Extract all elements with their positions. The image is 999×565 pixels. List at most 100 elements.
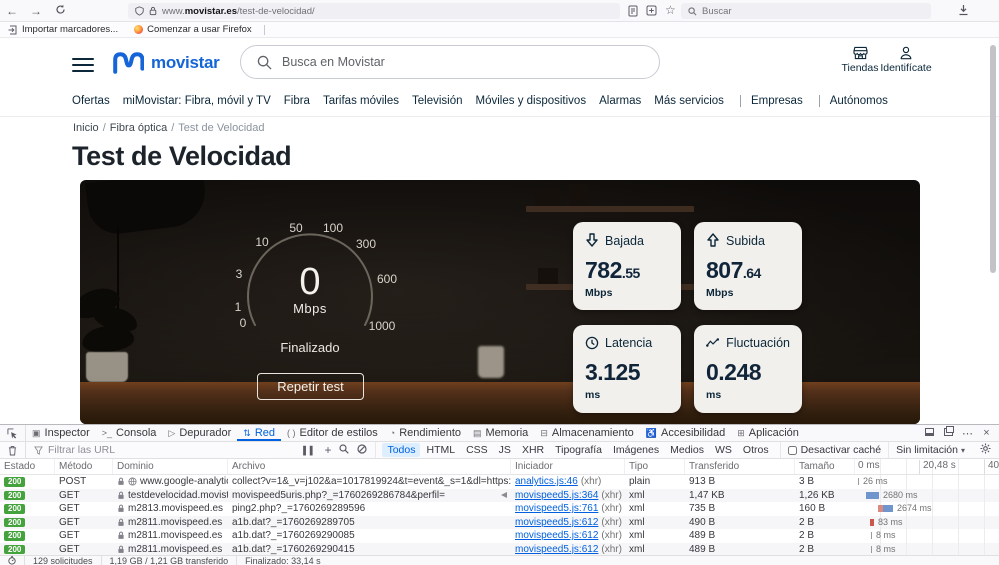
nav-item[interactable]: Televisión [412,95,463,107]
network-request-row[interactable]: 200 POST www.google-analytics.com collec… [0,475,999,489]
save-page-icon[interactable] [646,5,657,16]
devtools-close-icon[interactable]: × [978,427,995,439]
nav-item[interactable]: Fibra [284,95,310,107]
devtools-tab-almacenamiento[interactable]: ⊟Almacenamiento [534,425,639,441]
initiator-link[interactable]: analytics.js:46 [515,476,578,487]
column-header-archivo[interactable]: Archivo [228,459,511,474]
tab-label: Accesibilidad [661,427,725,439]
column-header-estado[interactable]: Estado [0,459,55,474]
initiator-link[interactable]: movispeed5.js:761 [515,503,598,514]
throttling-select[interactable]: Sin limitación ▾ [888,442,972,458]
breadcrumb-home[interactable]: Inicio [73,122,99,134]
devtools-menu-icon[interactable]: ⋯ [959,427,976,440]
dock-bottom-icon[interactable] [921,427,938,439]
devtools-tab-accesibilidad[interactable]: ♿Accesibilidad [640,425,731,441]
initiator-link[interactable]: movispeed5.js:612 [515,530,598,541]
filter-pill-tipografía[interactable]: Tipografía [550,443,607,457]
menu-icon[interactable] [72,54,94,76]
filter-pill-css[interactable]: CSS [461,443,493,457]
filter-pill-xhr[interactable]: XHR [517,443,549,457]
lock-icon[interactable] [149,6,157,16]
new-request-icon[interactable]: + [324,443,331,457]
nav-item[interactable]: Empresas [740,95,803,107]
column-header-transferido[interactable]: Transferido [685,459,795,474]
devtools-tab-inspector[interactable]: ▣Inspector [26,425,96,441]
page-scrollbar[interactable] [990,45,996,273]
nav-item[interactable]: miMovistar: Fibra, móvil y TV [123,95,271,107]
gauge-tick-label: 1 [235,300,242,314]
movistar-logo[interactable]: movistar [112,50,219,76]
network-request-row[interactable]: 200 GET m2811.movispeed.es a1b.dat?_=176… [0,543,999,557]
timeline-header[interactable]: 0 ms 20,48 s 40,96 [855,459,999,474]
filter-pill-todos[interactable]: Todos [382,443,420,457]
devtools-tab-depurador[interactable]: ▷Depurador [162,425,237,441]
disable-cache-checkbox[interactable] [788,446,797,455]
reader-icon[interactable] [628,5,638,17]
shield-icon[interactable] [135,6,144,16]
filter-pill-imágenes[interactable]: Imágenes [608,443,664,457]
browser-search[interactable]: Buscar [681,3,931,19]
column-header-método[interactable]: Método [55,459,113,474]
performance-analysis-icon[interactable] [0,556,25,565]
filter-pill-otros[interactable]: Otros [738,443,774,457]
bookmark-firefox-start[interactable]: Comenzar a usar Firefox [126,24,260,35]
nav-item[interactable]: Tarifas móviles [323,95,399,107]
clear-requests-icon[interactable] [0,442,26,458]
devtools-tab-rendimiento[interactable]: ◔Rendimiento [384,425,467,441]
pick-element-icon[interactable] [0,425,26,441]
filter-pill-js[interactable]: JS [494,443,516,457]
filter-pill-medios[interactable]: Medios [665,443,709,457]
waterfall-timing: 83 ms [878,517,903,527]
devtools-tab-editor-de-estilos[interactable]: ( )Editor de estilos [281,425,384,441]
initiator-link[interactable]: movispeed5.js:364 [515,490,598,501]
devtools-tab-memoria[interactable]: ▤Memoria [467,425,534,441]
gauge-value: 0 [299,261,320,303]
nav-item[interactable]: Móviles y dispositivos [476,95,587,107]
network-request-row[interactable]: 200 GET testdevelocidad.movistar.es movi… [0,489,999,503]
disable-cache-toggle[interactable]: Desactivar caché [780,442,889,458]
devtools-tab-red[interactable]: ⇅Red [237,425,281,441]
nav-item[interactable]: Más servicios [654,95,724,107]
forward-icon[interactable]: → [24,0,48,22]
url-filter-input[interactable]: Filtrar las URL [26,444,295,456]
column-header-tamaño[interactable]: Tamaño [795,459,855,474]
separate-window-icon[interactable] [940,427,957,439]
block-icon[interactable] [357,444,367,457]
breadcrumb-current: Test de Velocidad [178,122,264,134]
nav-item[interactable]: Ofertas [72,95,110,107]
file-text: ping2.php?_=1760269289596 [232,503,511,514]
network-request-row[interactable]: 200 GET m2811.movispeed.es a1b.dat?_=176… [0,516,999,530]
initiator-link[interactable]: movispeed5.js:612 [515,517,598,528]
network-request-row[interactable]: 200 GET m2811.movispeed.es a1b.dat?_=176… [0,529,999,543]
repeat-test-button[interactable]: Repetir test [257,373,364,400]
url-bar[interactable]: www.movistar.es/test-de-velocidad/ [128,3,620,19]
bookmark-star-icon[interactable]: ☆ [665,5,676,15]
request-method: GET [55,502,113,516]
breadcrumb-section[interactable]: Fibra óptica [110,122,167,134]
request-file: movispeed5uris.php?_=1760269286784&perfi… [228,489,511,503]
login-button[interactable]: Identifícate [878,46,934,74]
back-icon[interactable]: ← [0,0,24,22]
gauge-tick-label: 3 [236,267,243,281]
column-header-dominio[interactable]: Dominio [113,459,228,474]
disable-cache-label: Desactivar caché [801,444,882,456]
column-header-iniciador[interactable]: Iniciador [511,459,625,474]
devtools-tab-consola[interactable]: >_Consola [96,425,163,441]
search-icon[interactable] [339,444,349,457]
initiator-link[interactable]: movispeed5.js:612 [515,544,598,555]
download-icon[interactable] [958,4,969,16]
nav-item[interactable]: Alarmas [599,95,641,107]
network-request-list: 200 POST www.google-analytics.com collec… [0,475,999,556]
network-request-row[interactable]: 200 GET m2813.movispeed.es ping2.php?_=1… [0,502,999,516]
reload-icon[interactable] [48,0,72,22]
bookmark-import[interactable]: Importar marcadores... [0,24,126,35]
pause-icon[interactable]: ▌▌ [303,446,316,455]
lock-icon [117,491,125,500]
filter-pill-ws[interactable]: WS [710,443,737,457]
nav-item[interactable]: Autónomos [819,95,888,107]
column-header-tipo[interactable]: Tipo [625,459,685,474]
filter-pill-html[interactable]: HTML [421,443,460,457]
site-search-input[interactable]: Busca en Movistar [240,45,660,79]
devtools-tab-aplicación[interactable]: ⊞Aplicación [731,425,805,441]
network-settings-gear-icon[interactable] [972,443,999,457]
